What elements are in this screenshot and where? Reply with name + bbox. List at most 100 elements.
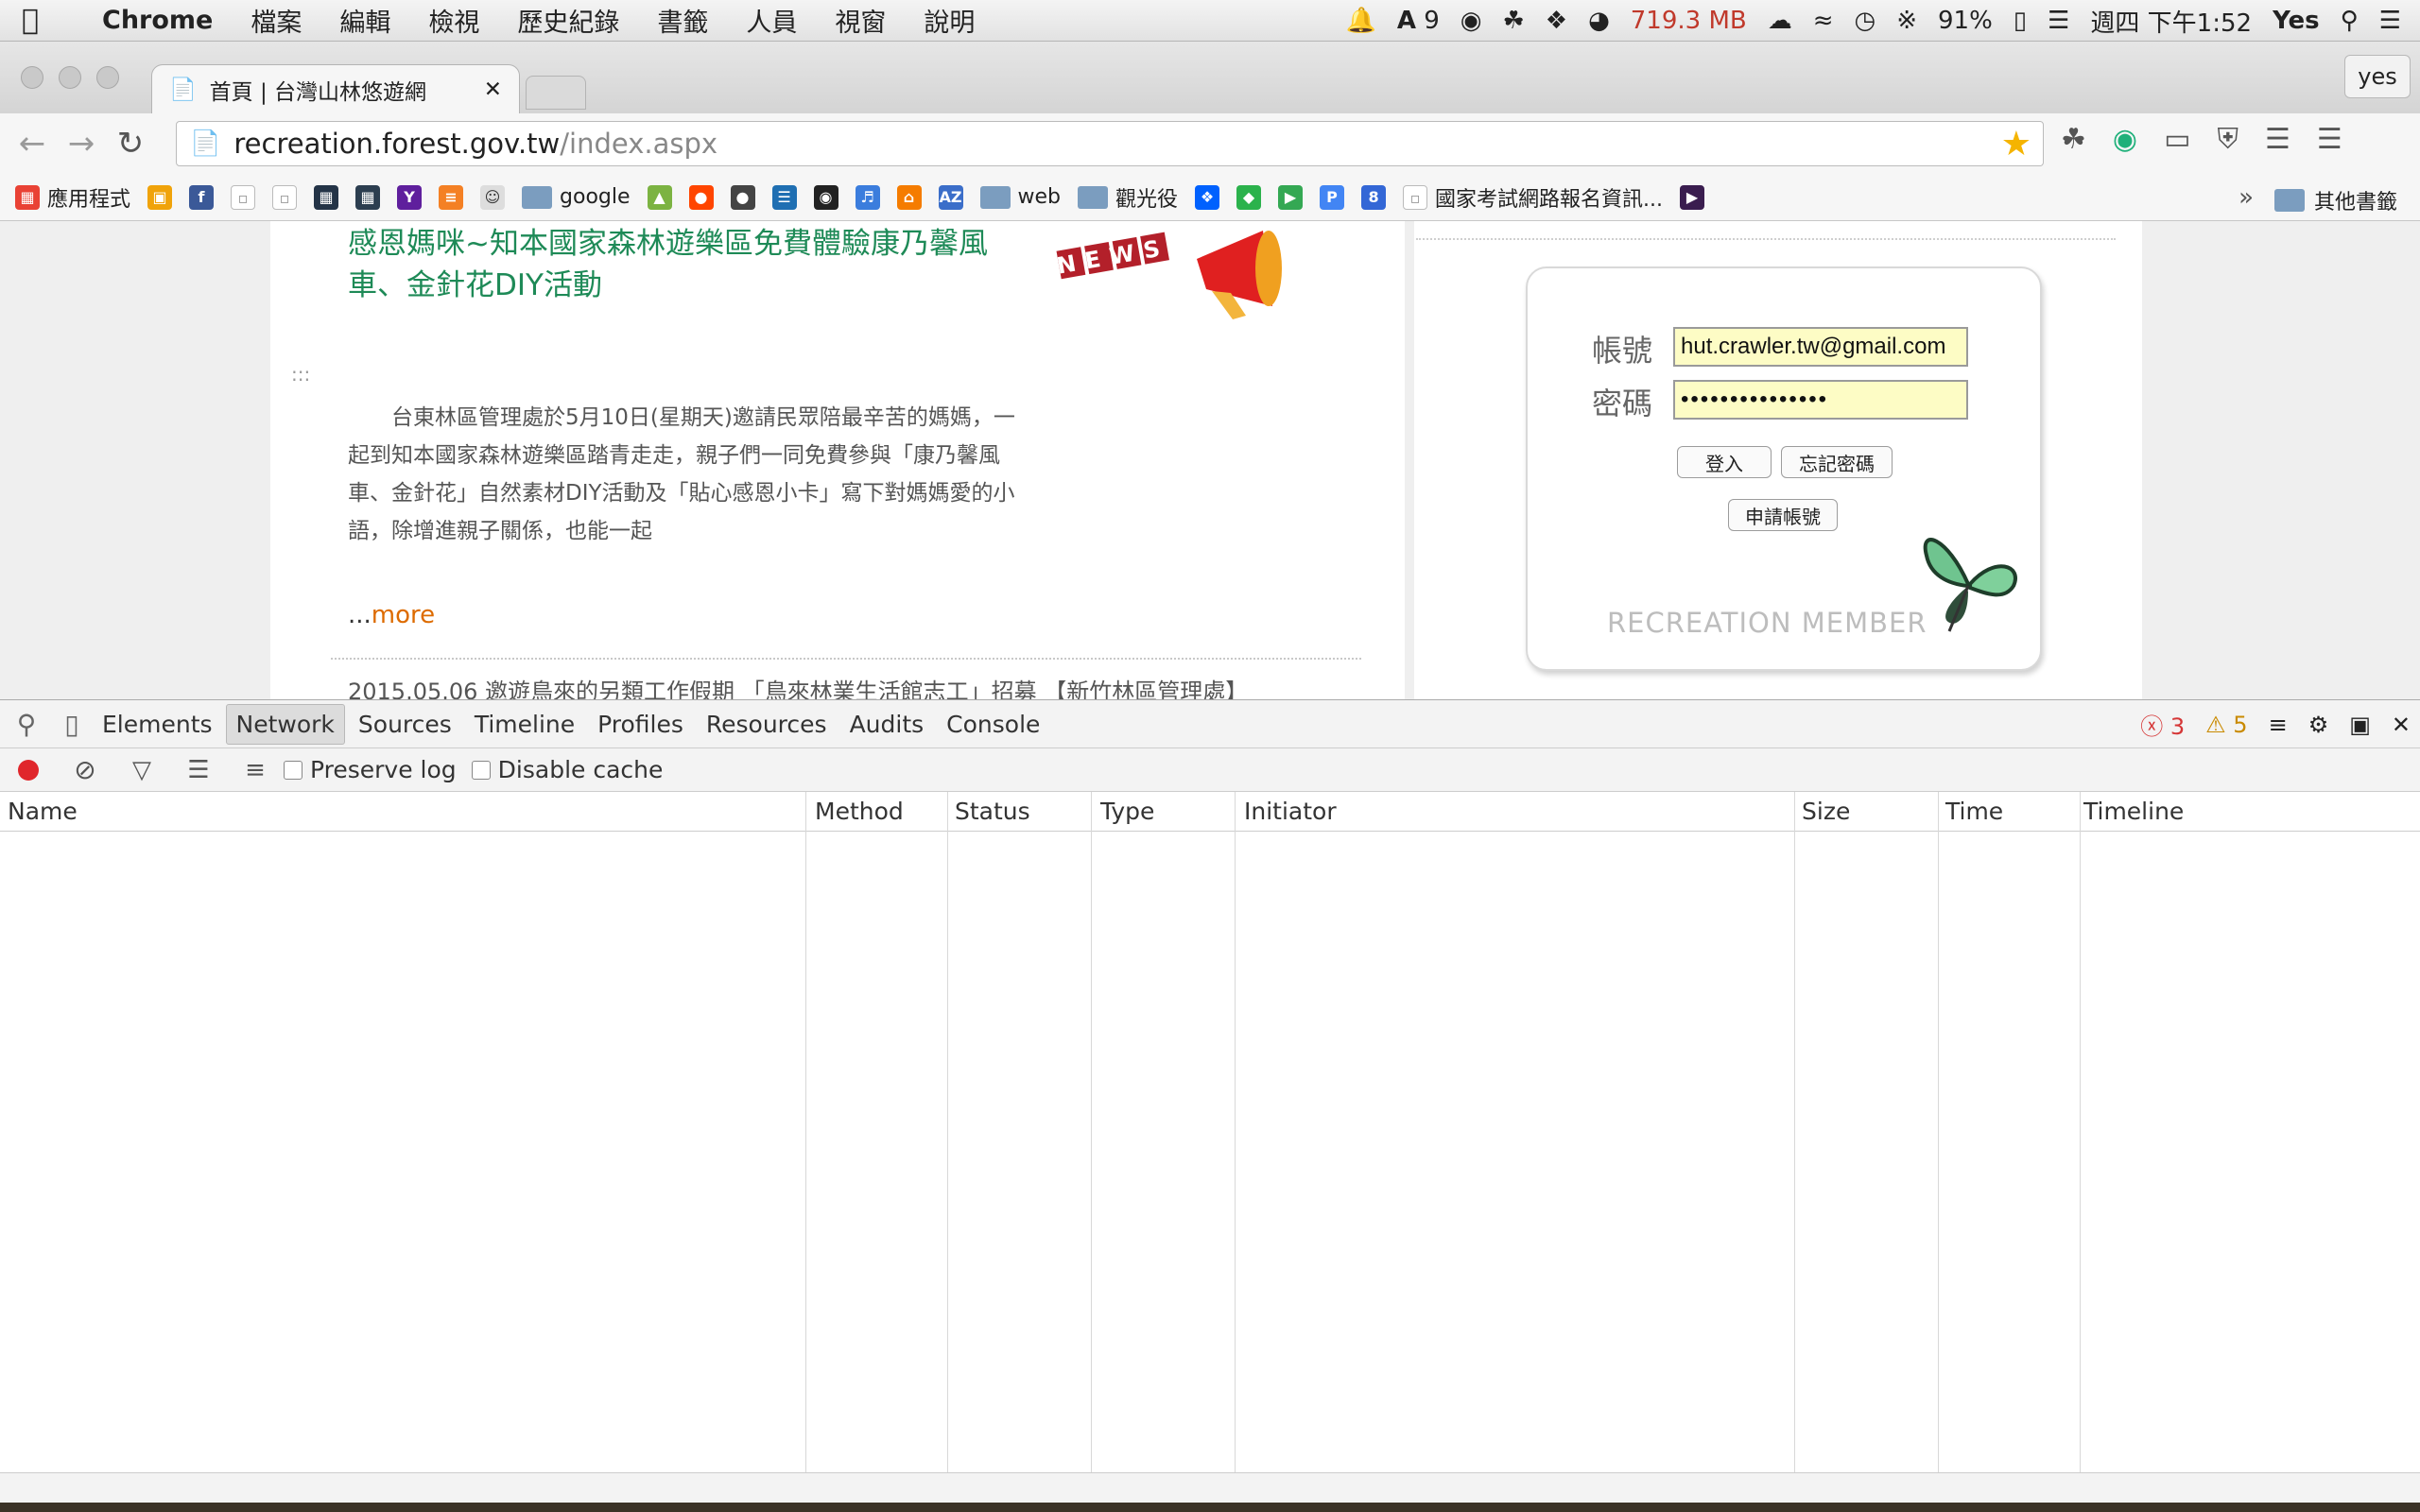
profile-button[interactable]: yes (2344, 55, 2411, 98)
chrome-menu-icon[interactable]: ☰ (2317, 123, 2342, 156)
error-counter[interactable]: ⓧ 3 (2140, 708, 2185, 741)
bookmarks-overflow-chevron[interactable]: » (2238, 183, 2254, 212)
dropbox-tray-icon[interactable]: ❖ (1546, 7, 1567, 35)
password-input[interactable] (1673, 380, 1968, 420)
bookmark-bomb[interactable]: ● (730, 184, 755, 210)
column-divider[interactable] (1794, 792, 1795, 1472)
close-window-button[interactable] (21, 66, 43, 89)
apple-menu-icon[interactable]:  (0, 4, 60, 37)
large-rows-icon[interactable]: ☰ (170, 756, 227, 784)
settings-gear-icon[interactable]: ⚙ (2308, 712, 2329, 738)
tab-close-icon[interactable]: ✕ (484, 77, 502, 102)
grammarly-tray-icon[interactable]: ◉ (1461, 7, 1482, 35)
col-status[interactable]: Status (955, 798, 1030, 825)
clear-icon[interactable]: ⊘ (57, 754, 113, 785)
notification-center-icon[interactable]: ☰ (2379, 7, 2401, 35)
column-divider[interactable] (1938, 792, 1939, 1472)
tab-resources[interactable]: Resources (697, 705, 837, 744)
app-menu-chrome[interactable]: Chrome (60, 6, 232, 35)
grammarly-extension-icon[interactable]: ◉ (2113, 123, 2137, 156)
zoom-window-button[interactable] (96, 66, 119, 89)
tab-elements[interactable]: Elements (93, 705, 222, 744)
register-account-button[interactable]: 申請帳號 (1728, 499, 1838, 531)
tab-audits[interactable]: Audits (840, 705, 934, 744)
bookmark-github[interactable]: ◉ (813, 184, 838, 210)
memory-monitor-icon[interactable]: ◕ (1588, 7, 1610, 35)
bookmark-folder-google[interactable]: google (522, 185, 631, 209)
page-info-icon[interactable]: 📄 (190, 129, 220, 158)
shield-icon[interactable]: ⛨ (2217, 123, 2238, 156)
bookmark-owl[interactable]: ☺ (480, 184, 506, 210)
us-flag-icon[interactable]: ☰ (2048, 7, 2069, 35)
bookmark-yahoo[interactable]: Y (397, 184, 423, 210)
tab-active[interactable]: 📄 首頁 | 台灣山林悠遊網 ✕ (151, 64, 520, 113)
evernote-tray-icon[interactable]: ☘ (1502, 7, 1524, 35)
bookmark-star-icon[interactable]: ★ (2001, 125, 2031, 163)
bookmark-ytmp3[interactable]: ♬ (855, 184, 880, 210)
disable-cache-checkbox[interactable] (471, 760, 491, 780)
col-time[interactable]: Time (1945, 798, 2003, 825)
tab-console[interactable]: Console (937, 705, 1049, 744)
bookmark-facebook[interactable]: f (189, 184, 215, 210)
bookmark-box[interactable]: ▣ (147, 184, 173, 210)
tab-timeline[interactable]: Timeline (465, 705, 584, 744)
inspect-search-icon[interactable]: ⚲ (0, 709, 53, 740)
filter-icon[interactable]: ▽ (113, 756, 170, 784)
spotlight-search-icon[interactable]: ⚲ (2341, 7, 2359, 35)
address-bar[interactable]: 📄 recreation.forest.gov.tw/index.aspx ★ (176, 121, 2044, 166)
bookmark-feedly[interactable]: ◆ (1236, 184, 1262, 210)
column-divider[interactable] (1235, 792, 1236, 1472)
minimize-window-button[interactable] (59, 66, 81, 89)
bookmark-p[interactable]: P (1320, 184, 1345, 210)
menu-people[interactable]: 人員 (727, 2, 816, 39)
bookmark-reddit[interactable]: ● (688, 184, 714, 210)
tab-profiles[interactable]: Profiles (588, 705, 693, 744)
more-link[interactable]: more (372, 601, 435, 629)
col-method[interactable]: Method (815, 798, 904, 825)
bookmark-other-folder[interactable]: 其他書籤 (2273, 185, 2397, 215)
bookmark-8[interactable]: 8 (1361, 184, 1387, 210)
forgot-password-button[interactable]: 忘記密碼 (1781, 446, 1893, 478)
column-divider[interactable] (947, 792, 948, 1472)
time-machine-icon[interactable]: ◷ (1855, 7, 1876, 35)
menu-file[interactable]: 檔案 (232, 2, 320, 39)
column-divider[interactable] (2080, 792, 2081, 1472)
bookmark-folder-sightseeing[interactable]: 觀光役 (1078, 182, 1178, 213)
col-size[interactable]: Size (1802, 798, 1850, 825)
tab-network[interactable]: Network (225, 703, 345, 745)
bookmark-stackoverflow[interactable]: ≡ (439, 184, 464, 210)
clock[interactable]: 週四 下午1:52 (2090, 4, 2252, 39)
extension-icon[interactable]: ☰ (2265, 123, 2290, 156)
menu-help[interactable]: 說明 (905, 2, 994, 39)
col-initiator[interactable]: Initiator (1244, 798, 1337, 825)
bookmark-dropbox[interactable]: ❖ (1195, 184, 1220, 210)
bluetooth-icon[interactable]: ※ (1896, 7, 1917, 35)
back-icon[interactable]: ← (8, 125, 57, 163)
bookmark-media[interactable]: ▶ (1680, 184, 1705, 210)
device-mode-icon[interactable]: ▯ (53, 709, 91, 740)
bell-icon[interactable]: 🔔 (1345, 7, 1375, 35)
battery-icon[interactable]: ▯ (2014, 7, 2027, 35)
close-devtools-icon[interactable]: ✕ (2392, 712, 2411, 738)
user-name[interactable]: Yes (2273, 7, 2320, 35)
new-tab-button[interactable] (526, 76, 586, 110)
warning-counter[interactable]: ⚠ 5 (2205, 712, 2247, 738)
news-title-link[interactable]: 感恩媽咪~知本國家森林遊樂區免費體驗康乃馨風車、金針花DIY活動 (348, 223, 1010, 306)
menu-window[interactable]: 視窗 (816, 2, 905, 39)
bookmark-android[interactable]: ▲ (647, 184, 672, 210)
console-drawer-icon[interactable]: ≡ (2269, 712, 2288, 738)
column-divider[interactable] (805, 792, 806, 1472)
bookmark-page-1[interactable]: ▫ (231, 184, 256, 210)
overview-icon[interactable]: ≡ (227, 756, 284, 784)
record-button[interactable] (0, 759, 57, 781)
forward-icon[interactable]: → (57, 125, 106, 163)
bookmark-image-1[interactable]: ▦ (314, 184, 339, 210)
bookmark-folder-web[interactable]: web (979, 185, 1061, 209)
bookmark-page-2[interactable]: ▫ (272, 184, 298, 210)
dock-side-icon[interactable]: ▣ (2349, 712, 2371, 738)
disable-cache-option[interactable]: Disable cache (471, 756, 663, 783)
wifi-icon[interactable]: ≈ (1813, 7, 1834, 35)
cast-icon[interactable]: ▭ (2164, 123, 2190, 156)
bookmark-home[interactable]: ⌂ (896, 184, 922, 210)
cloud-icon[interactable]: ☁ (1768, 7, 1792, 35)
